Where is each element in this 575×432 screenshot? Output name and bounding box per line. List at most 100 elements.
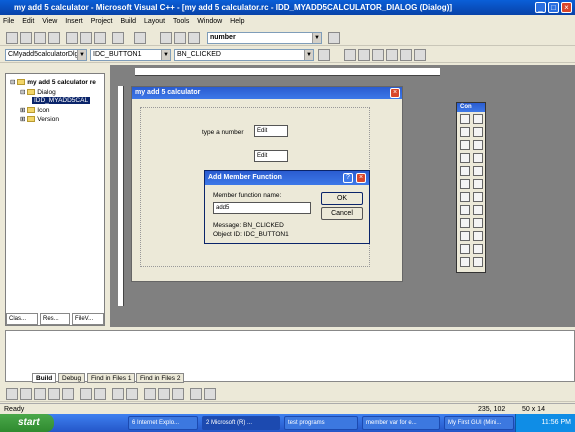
task-my-first-gui[interactable]: My First GUI (Mini... [444, 416, 514, 430]
message-combo[interactable]: BN_CLICKED ▼ [174, 49, 314, 61]
static-text-icon[interactable] [460, 127, 470, 137]
menu-edit[interactable]: Edit [19, 15, 37, 29]
task-test-programs[interactable]: test programs [284, 416, 358, 430]
chevron-down-icon[interactable]: ▼ [312, 33, 321, 43]
same-height-icon[interactable] [158, 388, 170, 400]
chevron-down-icon[interactable]: ▼ [304, 50, 313, 60]
ip-address-icon[interactable] [473, 257, 483, 267]
start-button[interactable]: start [0, 414, 54, 432]
same-size-icon[interactable] [172, 388, 184, 400]
save-all-icon[interactable] [48, 32, 60, 44]
month-calendar-icon[interactable] [460, 257, 470, 267]
member-name-input[interactable]: add5 [213, 202, 311, 214]
paste-icon[interactable] [94, 32, 106, 44]
ok-button[interactable]: OK [321, 192, 363, 205]
align-left-icon[interactable] [20, 388, 32, 400]
slider-icon[interactable] [460, 205, 470, 215]
stop-build-icon[interactable] [372, 49, 384, 61]
output-icon[interactable] [174, 32, 186, 44]
chevron-down-icon[interactable]: ▼ [77, 50, 86, 60]
menu-insert[interactable]: Insert [62, 15, 86, 29]
picture-icon[interactable] [473, 114, 483, 124]
pointer-icon[interactable] [460, 114, 470, 124]
close-icon[interactable]: × [390, 88, 400, 98]
add-member-function-dialog[interactable]: Add Member Function ? × Member function … [204, 170, 370, 244]
menu-file[interactable]: File [0, 15, 17, 29]
go-icon[interactable] [400, 49, 412, 61]
space-down-icon[interactable] [126, 388, 138, 400]
help-icon[interactable]: ? [343, 173, 353, 183]
save-icon[interactable] [34, 32, 46, 44]
animate-icon[interactable] [473, 231, 483, 241]
list-box-icon[interactable] [473, 166, 483, 176]
tree-control-icon[interactable] [473, 218, 483, 228]
progress-icon[interactable] [473, 192, 483, 202]
task-member-var[interactable]: member var for e... [362, 416, 440, 430]
clock[interactable]: 11:56 PM [542, 419, 571, 426]
group-box-icon[interactable] [460, 140, 470, 150]
cut-icon[interactable] [66, 32, 78, 44]
rich-edit-icon[interactable] [460, 244, 470, 254]
tree-version-folder[interactable]: ⊞ Version [20, 115, 59, 123]
tree-icon-folder[interactable]: ⊞ Icon [20, 106, 50, 114]
space-across-icon[interactable] [112, 388, 124, 400]
menu-tools[interactable]: Tools [170, 15, 192, 29]
new-file-icon[interactable] [6, 32, 18, 44]
same-width-icon[interactable] [144, 388, 156, 400]
menu-window[interactable]: Window [194, 15, 225, 29]
tab-find-in-files-2[interactable]: Find in Files 2 [136, 373, 185, 383]
tab-find-in-files-1[interactable]: Find in Files 1 [87, 373, 136, 383]
radio-icon[interactable] [473, 153, 483, 163]
menu-project[interactable]: Project [88, 15, 116, 29]
tab-control-icon[interactable] [460, 231, 470, 241]
vscroll-icon[interactable] [473, 179, 483, 189]
controls-palette[interactable]: Con [456, 102, 486, 273]
task-microsoft[interactable]: 2 Microsoft (R) ... [202, 416, 280, 430]
type-number-label[interactable]: type a number [202, 129, 244, 136]
chevron-down-icon[interactable]: ▼ [161, 50, 170, 60]
windows-icon[interactable] [188, 32, 200, 44]
test-dialog-icon[interactable] [6, 388, 18, 400]
breakpoint-icon[interactable] [414, 49, 426, 61]
tab-resource-view[interactable]: Res... [40, 313, 70, 325]
toggle-guides-icon[interactable] [204, 388, 216, 400]
close-icon[interactable]: × [356, 173, 366, 183]
checkbox-icon[interactable] [460, 153, 470, 163]
tab-build[interactable]: Build [32, 373, 57, 383]
id-combo[interactable]: IDC_BUTTON1 ▼ [90, 49, 171, 61]
date-picker-icon[interactable] [473, 244, 483, 254]
copy-icon[interactable] [80, 32, 92, 44]
edit-control-2[interactable]: Edit [254, 150, 288, 162]
button-icon[interactable] [473, 140, 483, 150]
center-vertical-icon[interactable] [80, 388, 92, 400]
wizard-action-icon[interactable] [318, 49, 330, 61]
cancel-button[interactable]: Cancel [321, 207, 363, 220]
tab-debug[interactable]: Debug [58, 373, 86, 383]
menu-help[interactable]: Help [227, 15, 247, 29]
edit-box-icon[interactable] [473, 127, 483, 137]
spin-icon[interactable] [460, 192, 470, 202]
close-button[interactable]: × [561, 2, 572, 13]
minimize-button[interactable]: _ [535, 2, 546, 13]
center-horizontal-icon[interactable] [94, 388, 106, 400]
hscroll-icon[interactable] [460, 179, 470, 189]
class-combo[interactable]: CMyadd5calculatorDlg ▼ [5, 49, 87, 61]
find-combo[interactable]: number ▼ [207, 32, 322, 44]
compile-icon[interactable] [344, 49, 356, 61]
align-bottom-icon[interactable] [62, 388, 74, 400]
open-icon[interactable] [20, 32, 32, 44]
workspace-icon[interactable] [160, 32, 172, 44]
execute-icon[interactable] [386, 49, 398, 61]
menu-layout[interactable]: Layout [141, 15, 168, 29]
align-top-icon[interactable] [48, 388, 60, 400]
redo-icon[interactable] [134, 32, 146, 44]
undo-icon[interactable] [112, 32, 124, 44]
combo-box-icon[interactable] [460, 166, 470, 176]
menu-view[interactable]: View [39, 15, 60, 29]
tree-root[interactable]: ⊟ my add 5 calculator re [10, 78, 96, 86]
task-internet-explorer[interactable]: 6 Internet Explo... [128, 416, 198, 430]
tree-dialog-folder[interactable]: ⊟ Dialog [20, 88, 56, 96]
tree-dialog-item[interactable]: IDD_MYADD5CAL [32, 97, 91, 104]
maximize-button[interactable]: □ [548, 2, 559, 13]
tab-file-view[interactable]: FileV... [72, 313, 104, 325]
